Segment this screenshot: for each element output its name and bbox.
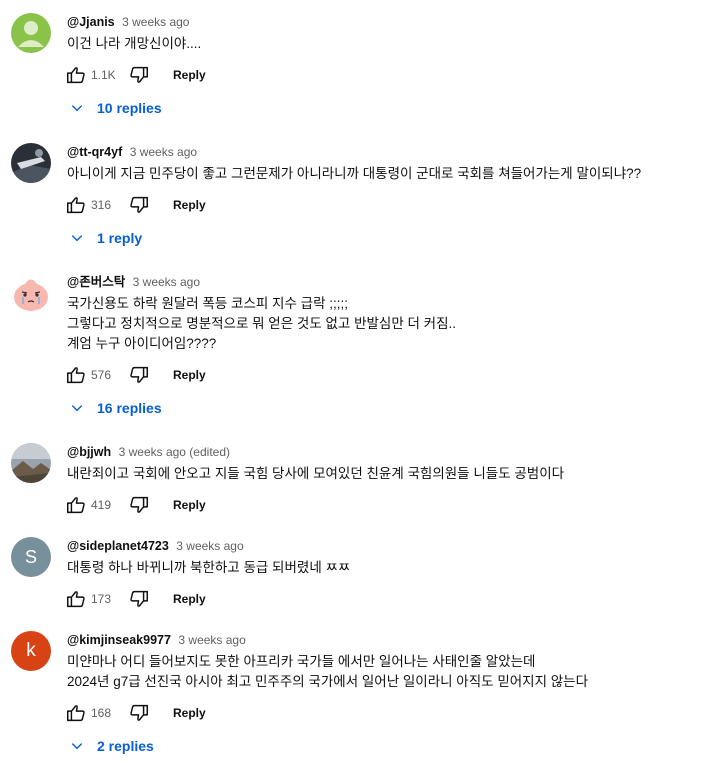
replies-count-label: 1 reply [97, 230, 143, 246]
comment-actions: 168 Reply [64, 701, 206, 725]
avatar[interactable]: S [11, 537, 51, 577]
comment-text: 아니이게 지금 민주당이 좋고 그런문제가 아니라니까 대통령이 군대로 국회를… [67, 166, 642, 181]
comment-header: @tt-qr4yf 3 weeks ago [67, 143, 709, 161]
thumbs-down-icon[interactable] [127, 493, 151, 517]
like-count: 419 [91, 498, 112, 512]
comment-author[interactable]: @Jjanis [67, 15, 115, 29]
comment-author[interactable]: @존버스탁 [67, 275, 125, 289]
comment-header: @sideplanet4723 3 weeks ago [67, 537, 709, 555]
comment-header: @bjjwh 3 weeks ago (edited) [67, 443, 709, 461]
thumbs-up-icon[interactable] [64, 63, 88, 87]
comment-actions: 173 Reply [64, 587, 206, 611]
reply-button[interactable]: Reply [173, 198, 206, 212]
thumbs-up-icon[interactable] [64, 363, 88, 387]
replies-count-label: 16 replies [97, 400, 162, 416]
replies-count-label: 2 replies [97, 738, 154, 754]
thumbs-up-icon[interactable] [64, 193, 88, 217]
comment-text: 이건 나라 개망신이야.... [67, 36, 202, 51]
comment-timestamp[interactable]: 3 weeks ago [133, 275, 200, 289]
avatar-letter: k [26, 640, 36, 661]
reply-button[interactable]: Reply [173, 592, 206, 606]
comment-timestamp[interactable]: 3 weeks ago [178, 633, 245, 647]
like-count: 173 [91, 592, 112, 606]
comment-timestamp[interactable]: 3 weeks ago [122, 15, 189, 29]
comment-actions: 419 Reply [64, 493, 206, 517]
comment-header: @존버스탁 3 weeks ago [67, 273, 709, 291]
comment-author[interactable]: @kimjinseak9977 [67, 633, 171, 647]
replies-count-label: 10 replies [97, 100, 162, 116]
thumbs-down-icon[interactable] [127, 587, 151, 611]
chevron-down-icon [67, 736, 87, 756]
view-replies-button[interactable]: 16 replies [67, 397, 162, 419]
view-replies-button[interactable]: 10 replies [67, 97, 162, 119]
chevron-down-icon [67, 398, 87, 418]
like-count: 1.1K [91, 68, 116, 82]
view-replies-button[interactable]: 2 replies [67, 735, 154, 757]
comment-actions: 576 Reply [64, 363, 206, 387]
comment-actions: 316 Reply [64, 193, 206, 217]
thumbs-up-icon[interactable] [64, 587, 88, 611]
reply-button[interactable]: Reply [173, 368, 206, 382]
like-count: 576 [91, 368, 112, 382]
avatar[interactable]: k [11, 631, 51, 671]
comment-author[interactable]: @bjjwh [67, 445, 111, 459]
view-replies-button[interactable]: 1 reply [67, 227, 142, 249]
comment-header: @kimjinseak9977 3 weeks ago [67, 631, 709, 649]
comment-actions: 1.1K Reply [64, 63, 206, 87]
comment-text: 내란죄이고 국회에 안오고 지들 국힘 당사에 모여있던 친윤계 국힘의원들 니… [67, 466, 565, 481]
avatar-letter: S [24, 546, 37, 567]
avatar[interactable] [11, 143, 51, 183]
like-count: 168 [91, 706, 112, 720]
comment-timestamp[interactable]: 3 weeks ago [176, 539, 243, 553]
avatar[interactable] [11, 13, 51, 53]
chevron-down-icon [67, 228, 87, 248]
reply-button[interactable]: Reply [173, 706, 206, 720]
reply-button[interactable]: Reply [173, 498, 206, 512]
avatar[interactable] [11, 273, 51, 313]
comment-header: @Jjanis 3 weeks ago [67, 13, 709, 31]
thumbs-up-icon[interactable] [64, 493, 88, 517]
comment-author[interactable]: @tt-qr4yf [67, 145, 122, 159]
comment-timestamp[interactable]: 3 weeks ago [130, 145, 197, 159]
thumbs-down-icon[interactable] [127, 701, 151, 725]
comment-text: 미얀마나 어디 들어보지도 못한 아프리카 국가들 에서만 일어나는 사태인줄 … [67, 654, 589, 689]
thumbs-up-icon[interactable] [64, 701, 88, 725]
like-count: 316 [91, 198, 112, 212]
comment-text: 대통령 하나 바뀌니까 북한하고 동급 되버렸네 ㅉㅉ [67, 560, 351, 575]
thumbs-down-icon[interactable] [127, 363, 151, 387]
comment-timestamp[interactable]: 3 weeks ago (edited) [119, 445, 230, 459]
avatar[interactable] [11, 443, 51, 483]
comment-text: 국가신용도 하락 원달러 폭등 코스피 지수 급락 ;;;;; 그렇다고 정치적… [67, 296, 457, 351]
thumbs-down-icon[interactable] [127, 63, 151, 87]
comment-author[interactable]: @sideplanet4723 [67, 539, 169, 553]
chevron-down-icon [67, 98, 87, 118]
reply-button[interactable]: Reply [173, 68, 206, 82]
thumbs-down-icon[interactable] [127, 193, 151, 217]
